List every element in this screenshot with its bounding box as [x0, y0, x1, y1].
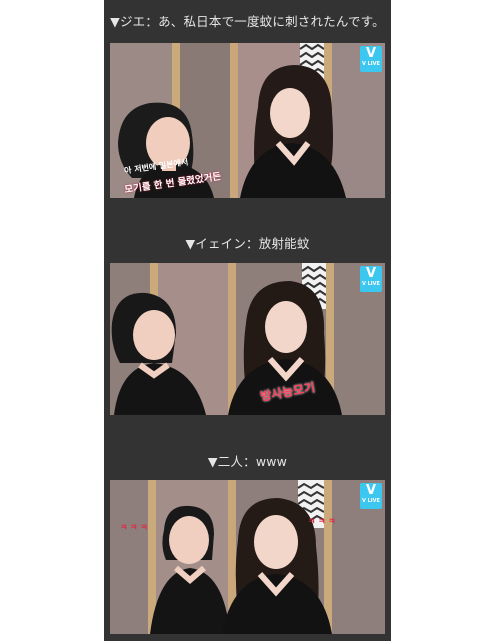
caption-second: ▼イェイン：放射能蚊 [185, 236, 310, 251]
vlive-logo: V V LIVE [360, 266, 382, 292]
comic-strip: ▼ジエ：あ、私日本で一度蚊に刺されたんです。 아 저번에 일본에서 모기를 한 … [104, 0, 391, 641]
frame-3-laugh-left: ㅋ ㅋ ㅋ [120, 523, 148, 532]
vlive-logo: V V LIVE [360, 483, 382, 509]
video-frame-3: ㅋ ㅋ ㅋ ㅋ ㅋ ㅋ V V LIVE [110, 480, 385, 634]
caption-first: ▼ジエ：あ、私日本で一度蚊に刺されたんです。 [110, 14, 385, 29]
vlive-logo: V V LIVE [360, 46, 382, 72]
frame-3-laugh-right: ㅋ ㅋ ㅋ [308, 517, 336, 526]
video-frame-1: 아 저번에 일본에서 모기를 한 번 물렸었거든 V V LIVE [110, 43, 385, 198]
frame-3-scene [110, 480, 385, 634]
video-frame-2: 방사능모기 V V LIVE [110, 263, 385, 415]
frame-1-scene [110, 43, 385, 198]
caption-third: ▼二人：www [207, 454, 288, 469]
frame-2-scene [110, 263, 385, 415]
